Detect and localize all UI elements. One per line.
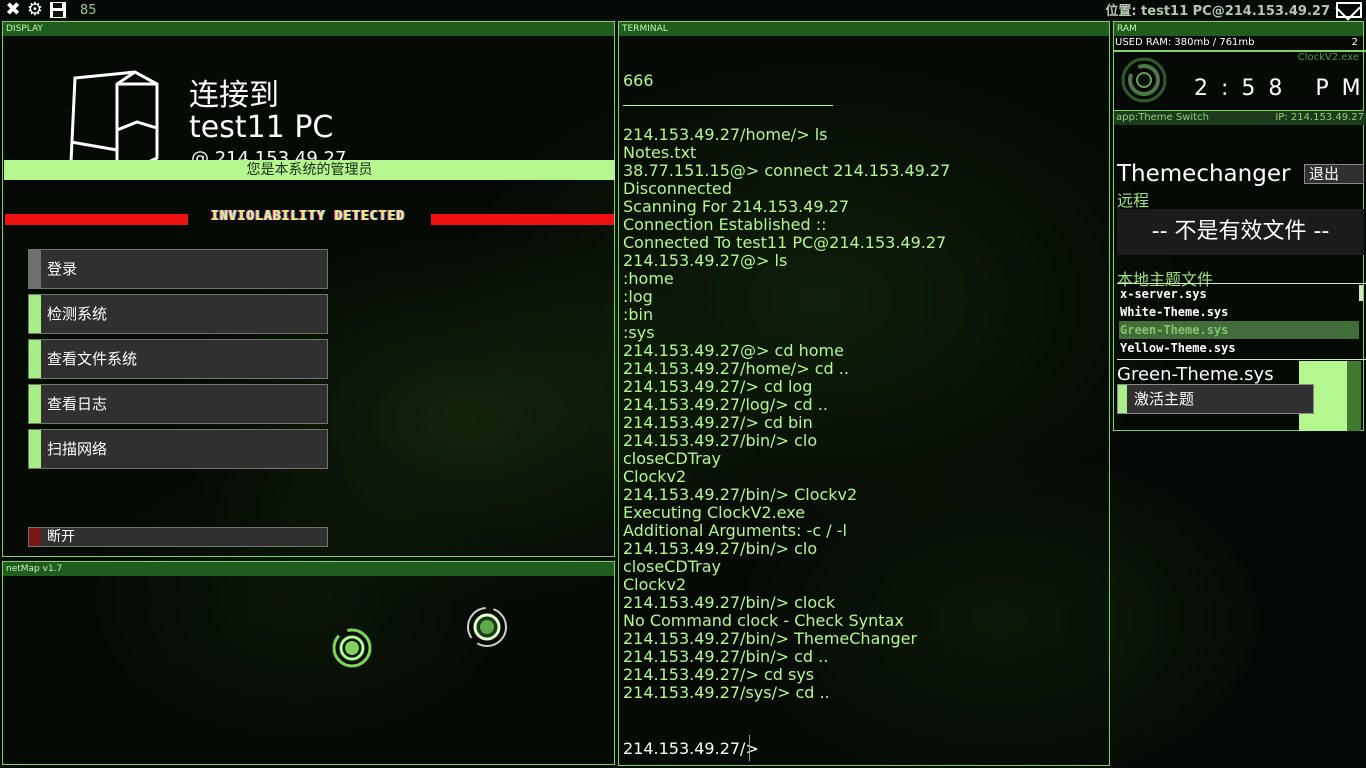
terminal-prompt[interactable]: 214.153.49.27/>	[623, 739, 759, 758]
netmap-header: netMap v1.7	[3, 562, 614, 576]
terminal-line: No Command clock - Check Syntax	[623, 611, 904, 630]
theme-file-list[interactable]: x-server.sys White-Theme.sys Green-Theme…	[1117, 285, 1364, 359]
host-name: test11 PC	[189, 110, 334, 145]
top-bar: ✖ ⚙ 85 位置: test11 PC@214.153.49.27	[0, 0, 1366, 20]
ram-usage: USED RAM: 380mb / 761mb	[1115, 37, 1255, 48]
terminal-header: TERMINAL	[619, 22, 1109, 36]
terminal-separator	[623, 105, 833, 106]
login-label: 登录	[47, 260, 78, 278]
close-icon[interactable]: ✖	[3, 1, 23, 19]
theme-app-ip: IP: 214.153.49.27	[1275, 112, 1364, 123]
home-node[interactable]	[331, 627, 373, 669]
save-icon[interactable]	[48, 1, 68, 19]
terminal-line: Notes.txt	[623, 143, 697, 162]
admin-notice: 您是本系统的管理员	[4, 160, 615, 180]
terminal-line: 38.77.151.15@> connect 214.153.49.27	[623, 161, 951, 180]
terminal-line: 214.153.49.27/bin/> cd ..	[623, 647, 829, 666]
terminal-line: 214.153.49.27/> cd sys	[623, 665, 815, 684]
file-item-x-server[interactable]: x-server.sys	[1119, 285, 1359, 303]
target-node[interactable]	[466, 606, 508, 648]
file-item-white-theme[interactable]: White-Theme.sys	[1119, 303, 1359, 321]
gear-icon[interactable]: ⚙	[25, 1, 45, 19]
disconnect-button[interactable]: 断开	[28, 527, 328, 547]
terminal-line: :log	[623, 287, 653, 306]
warning-text: INVIOLABILITY DETECTED	[210, 209, 406, 224]
terminal-line: 214.153.49.27/log/> cd ..	[623, 395, 828, 414]
mail-icon[interactable]	[1336, 2, 1362, 18]
disconnect-label: 断开	[47, 529, 75, 545]
probe-system-label: 检测系统	[47, 305, 108, 323]
theme-app-header: app:Theme Switch IP: 214.153.49.27	[1114, 111, 1366, 125]
status-count: 85	[80, 3, 97, 18]
view-filesystem-label: 查看文件系统	[47, 350, 138, 368]
terminal-line: closeCDTray	[623, 449, 721, 468]
scan-network-button[interactable]: 扫描网络	[28, 429, 328, 469]
theme-app-title: app:Theme Switch	[1116, 112, 1209, 123]
terminal-line: Executing ClockV2.exe	[623, 503, 806, 522]
terminal-line: Disconnected	[623, 179, 732, 198]
location-label: 位置: test11 PC@214.153.49.27	[1105, 4, 1330, 19]
themechanger-title: Themechanger	[1117, 161, 1291, 187]
terminal-line: 214.153.49.27/> cd log	[623, 377, 813, 396]
file-item-yellow-theme[interactable]: Yellow-Theme.sys	[1119, 339, 1359, 357]
terminal-line: Connection Established ::	[623, 215, 827, 234]
scan-network-label: 扫描网络	[47, 440, 108, 458]
ram-header: RAM	[1114, 22, 1363, 36]
clock-exe-label: ClockV2.exe	[1297, 52, 1359, 63]
terminal-line: 214.153.49.27@> cd home	[623, 341, 844, 360]
display-header: DISPLAY	[3, 22, 614, 36]
invalid-file-notice: -- 不是有效文件 --	[1117, 209, 1364, 255]
netmap-pane: netMap v1.7	[2, 561, 615, 765]
terminal-line: :bin	[623, 305, 654, 324]
view-filesystem-button[interactable]: 查看文件系统	[28, 339, 328, 379]
file-list-divider	[1117, 283, 1366, 284]
terminal-line: 214.153.49.27/bin/> clo	[623, 431, 818, 450]
clock-time: 2:58 PM	[1194, 76, 1366, 101]
terminal-line: Clockv2	[623, 575, 687, 594]
clock-ring-icon	[1121, 57, 1167, 103]
terminal-line: closeCDTray	[623, 557, 721, 576]
remote-label: 远程	[1117, 191, 1150, 210]
terminal-line: Clockv2	[623, 467, 687, 486]
terminal-line: 214.153.49.27/bin/> clo	[623, 539, 818, 558]
terminal-line: 214.153.49.27/> cd bin	[623, 413, 813, 432]
terminal-line: 214.153.49.27/home/> cd ..	[623, 359, 849, 378]
terminal-line: 214.153.49.27/bin/> Clockv2	[623, 485, 858, 504]
view-logs-button[interactable]: 查看日志	[28, 384, 328, 424]
file-list-divider-bottom	[1117, 359, 1366, 360]
terminal-line: :home	[623, 269, 674, 288]
terminal-line: 214.153.49.27@> ls	[623, 251, 788, 270]
terminal-line: 214.153.49.27/bin/> clock	[623, 593, 836, 612]
probe-system-button[interactable]: 检测系统	[28, 294, 328, 334]
terminal-line: Connected To test11 PC@214.153.49.27	[623, 233, 947, 252]
activate-theme-button[interactable]: 激活主题	[1117, 384, 1314, 414]
file-list-scrollbar[interactable]	[1359, 285, 1363, 301]
connect-title: 连接到	[189, 78, 279, 113]
file-item-green-theme[interactable]: Green-Theme.sys	[1119, 321, 1359, 339]
terminal-line: 666	[623, 71, 654, 90]
display-pane: DISPLAY 连接到 test11 PC @ 214.153.49.27 您是…	[2, 21, 615, 557]
exit-button[interactable]: 退出	[1304, 164, 1364, 184]
terminal-line: 214.153.49.27/sys/> cd ..	[623, 683, 830, 702]
terminal-pane[interactable]: TERMINAL 666 214.153.49.27/home/> ls Note…	[618, 21, 1110, 766]
terminal-cursor	[749, 735, 750, 761]
ram-process-count: 2	[1351, 37, 1358, 48]
selected-theme-file: Green-Theme.sys	[1117, 364, 1274, 385]
theme-color-preview-secondary	[1347, 361, 1361, 431]
activate-theme-label: 激活主题	[1134, 390, 1195, 408]
terminal-line: 214.153.49.27/bin/> ThemeChanger	[623, 629, 918, 648]
terminal-line: 214.153.49.27/home/> ls	[623, 125, 828, 144]
terminal-line: :sys	[623, 323, 655, 342]
warning-line-right	[431, 214, 614, 225]
warning-line-left	[5, 214, 188, 225]
terminal-line: Additional Arguments: -c / -l	[623, 521, 847, 540]
terminal-line: Scanning For 214.153.49.27	[623, 197, 850, 216]
view-logs-label: 查看日志	[47, 395, 108, 413]
ram-pane: RAM USED RAM: 380mb / 761mb 2 ClockV2.ex…	[1113, 21, 1366, 111]
theme-switch-pane: app:Theme Switch IP: 214.153.49.27 Theme…	[1113, 111, 1366, 431]
login-button[interactable]: 登录	[28, 249, 328, 289]
